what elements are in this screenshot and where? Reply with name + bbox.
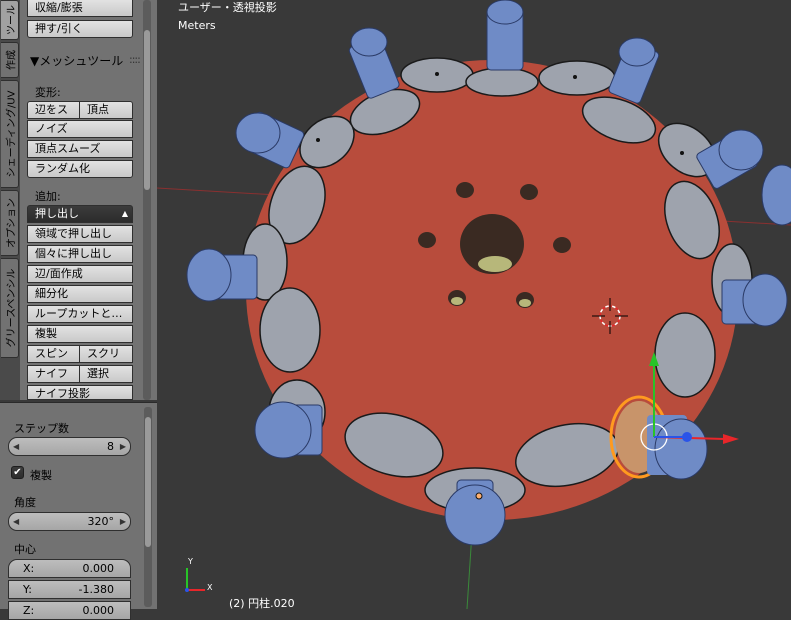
extrude-individual-button[interactable]: 個々に押し出し <box>27 245 133 263</box>
center-x-label: X: <box>23 562 35 575</box>
increment-icon[interactable]: ▶ <box>120 438 126 455</box>
tab-grease-pencil-label: グリースペンシル <box>6 268 17 348</box>
tool-shelf-tabs: ツール 作成 シェーディング/UV オプション グリースペンシル <box>0 0 20 400</box>
duplicate-button[interactable]: 複製 <box>27 325 133 343</box>
edge-slide-button[interactable]: 辺をス <box>27 101 80 119</box>
make-edge-face-button[interactable]: 辺/面作成 <box>27 265 133 283</box>
center-z-field[interactable]: Z: 0.000 <box>8 601 131 620</box>
randomize-button[interactable]: ランダム化 <box>27 160 133 178</box>
tab-create-label: 作成 <box>6 50 17 70</box>
operator-panel-scrollbar[interactable] <box>144 407 152 607</box>
axis-orientation-widget <box>185 568 205 592</box>
center-label: 中心 <box>14 543 36 556</box>
steps-value: 8 <box>107 440 114 453</box>
tab-tools[interactable]: ツール <box>1 0 19 40</box>
steps-field[interactable]: ◀ 8 ▶ <box>8 437 131 456</box>
origin-dot-icon <box>475 492 483 500</box>
tab-shading-uv-label: シェーディング/UV <box>6 90 17 178</box>
gizmo-z-handle-icon[interactable] <box>682 432 692 442</box>
operator-panel: ステップ数 ◀ 8 ▶ ✔ 複製 角度 ◀ 320° ▶ 中心 X: 0.000… <box>0 402 157 620</box>
shrink-fatten-button[interactable]: 収縮/膨張 <box>27 0 133 17</box>
tool-shelf-scrollbar[interactable] <box>143 0 151 400</box>
tab-options-label: オプション <box>6 198 17 248</box>
add-label: 追加: <box>35 190 61 203</box>
axis-x-label: X <box>207 583 213 592</box>
units-label: Meters <box>178 19 216 32</box>
tab-create[interactable]: 作成 <box>1 42 19 78</box>
tool-shelf-scroll-thumb[interactable] <box>144 30 150 190</box>
center-y-value: -1.380 <box>78 583 114 596</box>
angle-label: 角度 <box>14 496 36 509</box>
updown-arrow-icon: ▲ <box>121 209 128 218</box>
tab-shading-uv[interactable]: シェーディング/UV <box>1 80 19 188</box>
tab-grease-pencil[interactable]: グリースペンシル <box>1 258 19 358</box>
decrement-icon[interactable]: ◀ <box>13 438 19 455</box>
tab-options[interactable]: オプション <box>1 190 19 256</box>
object-info: (2) 円柱.020 <box>229 597 295 609</box>
knife-project-button[interactable]: ナイフ投影 <box>27 385 133 400</box>
axis-y-label: Y <box>188 557 193 566</box>
increment-icon[interactable]: ▶ <box>120 513 126 530</box>
center-x-field[interactable]: X: 0.000 <box>8 559 131 578</box>
loop-cut-button[interactable]: ループカットと… <box>27 305 133 323</box>
push-pull-button[interactable]: 押す/引く <box>27 20 133 38</box>
tool-shelf-panel: 収縮/膨張 押す/引く ▼メッシュツール :::: 変形: 辺をス 頂点 ノイズ… <box>20 0 157 400</box>
knife-select-button[interactable]: 選択 <box>79 365 133 383</box>
operator-panel-scroll-thumb[interactable] <box>145 417 151 547</box>
center-x-value: 0.000 <box>82 562 115 575</box>
subdivide-button[interactable]: 細分化 <box>27 285 133 303</box>
dupli-label: 複製 <box>30 469 52 482</box>
angle-value: 320° <box>87 515 115 528</box>
check-icon: ✔ <box>13 467 22 478</box>
deform-label: 変形: <box>35 86 61 99</box>
knife-button[interactable]: ナイフ <box>27 365 80 383</box>
tab-tools-label: ツール <box>6 5 17 35</box>
mesh-tools-header[interactable]: ▼メッシュツール <box>30 52 123 69</box>
3d-viewport[interactable]: ユーザー・透視投影 Meters Y X (2) 円柱.020 <box>157 0 791 609</box>
spin-button[interactable]: スピン <box>27 345 80 363</box>
gizmo-x-arrow-icon[interactable] <box>723 434 739 444</box>
smooth-vertex-button[interactable]: 頂点スムーズ <box>27 140 133 158</box>
screw-button[interactable]: スクリ <box>79 345 133 363</box>
panel-grip-icon[interactable]: :::: <box>129 53 141 66</box>
center-z-label: Z: <box>23 604 35 617</box>
center-y-field[interactable]: Y: -1.380 <box>8 580 131 599</box>
center-z-value: 0.000 <box>82 604 115 617</box>
viewport-scene[interactable] <box>157 0 791 609</box>
extrude-dropdown-label: 押し出し <box>35 207 79 220</box>
vertex-slide-button[interactable]: 頂点 <box>79 101 133 119</box>
view-name: ユーザー・透視投影 <box>178 1 277 14</box>
dupli-checkbox[interactable]: ✔ <box>11 466 24 479</box>
extrude-region-button[interactable]: 領域で押し出し <box>27 225 133 243</box>
center-y-label: Y: <box>23 583 32 596</box>
decrement-icon[interactable]: ◀ <box>13 513 19 530</box>
angle-field[interactable]: ◀ 320° ▶ <box>8 512 131 531</box>
extrude-dropdown[interactable]: 押し出し ▲ <box>27 205 133 223</box>
noise-button[interactable]: ノイズ <box>27 120 133 138</box>
steps-label: ステップ数 <box>14 422 69 435</box>
